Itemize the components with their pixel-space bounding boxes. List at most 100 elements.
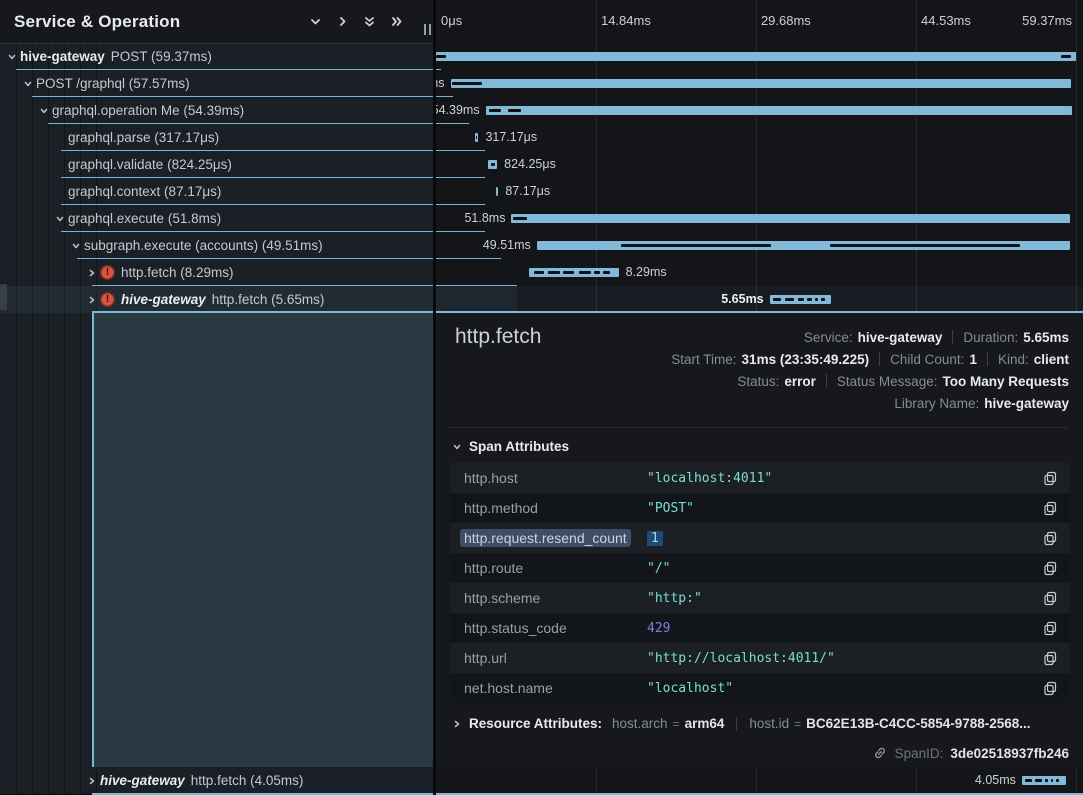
copy-button[interactable]: [1036, 531, 1058, 546]
span-bar[interactable]: [529, 268, 618, 277]
timeline-row[interactable]: 49.51ms: [436, 232, 1083, 259]
tree-row-chevron-slot[interactable]: [68, 241, 84, 251]
detail-row-top-border: [92, 311, 1083, 313]
span-bar[interactable]: [436, 52, 1076, 61]
copy-button[interactable]: [1036, 621, 1058, 636]
tree-row-chevron-slot[interactable]: [36, 106, 52, 116]
attribute-row[interactable]: http.scheme"http:": [450, 583, 1070, 613]
attribute-key: http.route: [464, 560, 647, 576]
service-name: hive-gateway: [121, 292, 206, 307]
span-bar-child-marker: [621, 244, 770, 247]
timeline-row[interactable]: 8.29ms: [436, 259, 1083, 286]
span-bar[interactable]: [537, 241, 1071, 250]
attribute-row[interactable]: http.status_code429: [450, 613, 1070, 643]
tree-row[interactable]: graphql.execute (51.8ms): [0, 205, 485, 232]
timeline-row[interactable]: 4.05ms: [436, 767, 1083, 794]
timeline-row[interactable]: 51.8ms: [436, 205, 1083, 232]
resource-attributes-toggle[interactable]: Resource Attributes: host.arch=arm64host…: [452, 716, 1031, 731]
span-bar[interactable]: [451, 79, 1072, 88]
span-attributes-toggle[interactable]: Span Attributes: [452, 439, 569, 454]
meta-value: hive-gateway: [858, 330, 943, 345]
ruler-tick-label: 59.37ms: [1022, 13, 1072, 28]
panel-divider[interactable]: [433, 0, 436, 795]
copy-icon: [1043, 471, 1058, 486]
span-bar[interactable]: [488, 160, 497, 169]
copy-button[interactable]: [1036, 471, 1058, 486]
double-chevron-down-icon[interactable]: [363, 15, 376, 28]
attribute-row[interactable]: http.method"POST": [450, 493, 1070, 523]
tree-row-chevron-slot[interactable]: [20, 79, 36, 89]
timeline-row[interactable]: 54.39ms: [436, 97, 1083, 124]
tree-row[interactable]: subgraph.execute (accounts) (49.51ms): [0, 232, 501, 259]
attribute-row[interactable]: http.request.resend_count1: [450, 523, 1070, 553]
meta-label: Kind:: [998, 352, 1029, 367]
ruler-tick-label: 44.53ms: [921, 13, 971, 28]
scrollbar-thumb[interactable]: [0, 284, 7, 310]
tree-row-chevron-slot[interactable]: [84, 268, 100, 278]
chevron-down-icon[interactable]: [309, 15, 322, 28]
span-bar-child-marker: [1035, 779, 1042, 782]
span-bar[interactable]: [475, 133, 478, 142]
attribute-value-selection: 1: [647, 531, 663, 546]
span-duration-label: 49.51ms: [483, 232, 531, 259]
copy-button[interactable]: [1036, 561, 1058, 576]
meta-divider: [826, 374, 827, 388]
tree-header-title: Service & Operation: [14, 12, 180, 32]
span-bar[interactable]: [486, 106, 1072, 115]
timeline-row[interactable]: 317.17μs: [436, 124, 1083, 151]
span-duration-label: 4.05ms: [975, 767, 1016, 794]
span-bar[interactable]: [1022, 776, 1066, 785]
trace-viewer: 0μs14.84ms29.68ms44.53ms59.37ms Service …: [0, 0, 1083, 795]
chevron-down-icon: [39, 106, 49, 116]
tree-row-chevron-slot[interactable]: [84, 295, 100, 305]
attribute-row[interactable]: http.url"http://localhost:4011/": [450, 643, 1070, 673]
span-attributes-table: http.host"localhost:4011"http.method"POS…: [450, 463, 1070, 703]
chevron-right-icon: [452, 719, 462, 729]
tree-row-chevron-slot[interactable]: [4, 52, 20, 62]
double-chevron-right-icon[interactable]: [390, 15, 403, 28]
span-name-label: POST (59.37ms): [111, 49, 212, 64]
span-name-label: http.fetch (8.29ms): [121, 265, 234, 280]
attribute-row[interactable]: http.route"/": [450, 553, 1070, 583]
span-bar-child-marker: [489, 109, 501, 112]
meta-value: 5.65ms: [1023, 330, 1069, 345]
tree-row-chevron-slot[interactable]: [84, 776, 100, 786]
timeline-row[interactable]: 5.65ms: [436, 286, 1083, 313]
tree-row[interactable]: graphql.parse (317.17μs): [0, 124, 485, 151]
span-bar-child-marker: [452, 82, 482, 85]
tree-row[interactable]: POST /graphql (57.57ms): [0, 70, 453, 97]
span-name-label: graphql.execute (51.8ms): [68, 211, 221, 226]
copy-button[interactable]: [1036, 501, 1058, 516]
timeline-row[interactable]: 824.25μs: [436, 151, 1083, 178]
tree-row[interactable]: hive-gatewayPOST (59.37ms): [0, 43, 437, 70]
span-id-row: SpanID: 3de02518937fb246: [872, 745, 1069, 761]
panel-resize-handle[interactable]: [424, 24, 431, 35]
span-bar-child-marker: [830, 244, 1019, 247]
meta-value: 31ms (23:35:49.225): [742, 352, 870, 367]
span-name-label: graphql.parse (317.17μs): [68, 130, 219, 145]
attribute-row[interactable]: net.host.name"localhost": [450, 673, 1070, 703]
timeline-row[interactable]: 57.57ms: [436, 70, 1083, 97]
resource-value: BC62E13B-C4CC-5854-9788-2568...: [806, 716, 1030, 731]
span-bar[interactable]: [496, 187, 498, 196]
tree-row[interactable]: graphql.context (87.17μs): [0, 178, 485, 205]
tree-row-chevron-slot[interactable]: [52, 214, 68, 224]
copy-button[interactable]: [1036, 651, 1058, 666]
attribute-row[interactable]: http.host"localhost:4011": [450, 463, 1070, 493]
link-icon[interactable]: [872, 745, 888, 761]
span-bar[interactable]: [511, 214, 1069, 223]
timeline-row[interactable]: 87.17μs: [436, 178, 1083, 205]
copy-button[interactable]: [1036, 681, 1058, 696]
meta-label: Start Time:: [671, 352, 736, 367]
chevron-right-icon[interactable]: [336, 15, 349, 28]
tree-row[interactable]: graphql.validate (824.25μs): [0, 151, 485, 178]
timeline-row[interactable]: 59.37ms: [436, 43, 1083, 70]
attribute-key: http.url: [464, 650, 647, 666]
attribute-value: "http://localhost:4011/": [647, 651, 1036, 666]
span-duration-label: 54.39ms: [436, 97, 480, 124]
copy-button[interactable]: [1036, 591, 1058, 606]
detail-meta-line: Status:errorStatus Message:Too Many Requ…: [737, 370, 1069, 392]
span-bar[interactable]: [770, 295, 831, 304]
tree-row[interactable]: graphql.operation Me (54.39ms): [0, 97, 469, 124]
bottom-row-underline: [92, 793, 1083, 795]
